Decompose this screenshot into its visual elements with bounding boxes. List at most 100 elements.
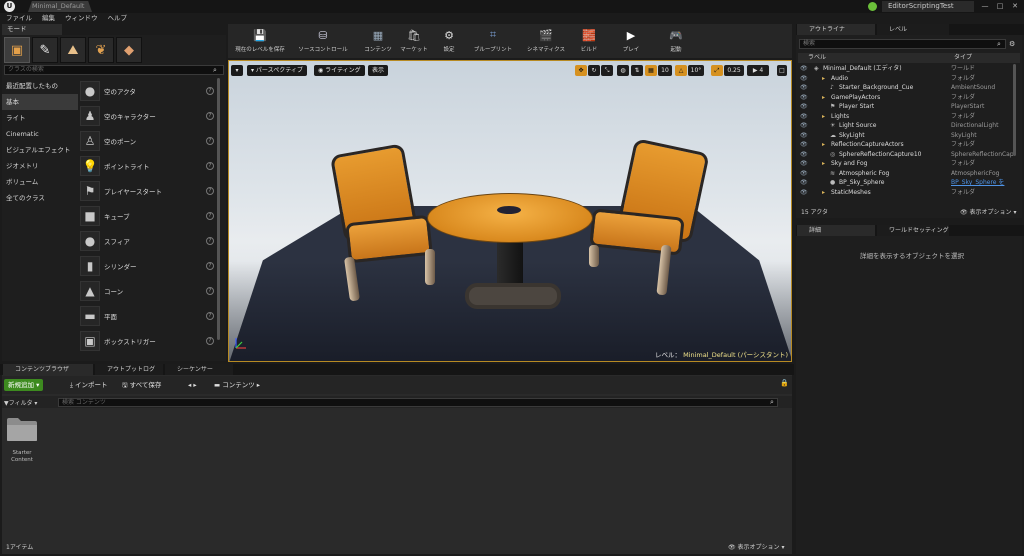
surface-snap-icon[interactable]: ⇅ xyxy=(631,65,643,76)
category-item[interactable]: ジオメトリ xyxy=(2,158,78,174)
visibility-eye-icon[interactable]: 👁 xyxy=(800,102,808,112)
tab-levels[interactable]: レベル xyxy=(877,24,949,35)
scale-snap-icon[interactable]: ⤢ xyxy=(711,65,723,76)
outliner-view-options[interactable]: 👁 表示オプション ▾ xyxy=(960,207,1016,216)
help-icon[interactable]: ? xyxy=(206,111,214,120)
placeable-item[interactable]: ♟ 空のキャラクター? xyxy=(80,103,214,128)
category-item[interactable]: ビジュアルエフェクト xyxy=(2,142,78,158)
class-search-input[interactable]: クラスの検索 xyxy=(4,65,224,75)
landscape-mode-icon[interactable]: ⛰ xyxy=(60,37,86,63)
help-icon[interactable]: ? xyxy=(206,136,214,145)
help-icon[interactable]: ? xyxy=(206,311,214,320)
visibility-eye-icon[interactable]: 👁 xyxy=(800,159,808,169)
tab-output-log[interactable]: アウトプットログ xyxy=(95,364,163,375)
foliage-mode-icon[interactable]: ❦ xyxy=(88,37,114,63)
rotation-snap-icon[interactable]: △ xyxy=(675,65,687,76)
content-search-input[interactable]: 検索 コンテンツ xyxy=(58,398,778,407)
tab-sequencer[interactable]: シーケンサー xyxy=(165,364,233,375)
minimize-button[interactable]: — xyxy=(978,1,992,11)
perspective-button[interactable]: ▾ パースペクティブ xyxy=(247,65,307,76)
tab-world-settings[interactable]: ワールドセッティング xyxy=(877,225,949,236)
import-button[interactable]: ⤓ インポート xyxy=(66,379,111,391)
help-icon[interactable]: ? xyxy=(206,211,214,220)
tab-details[interactable]: 詳細 xyxy=(797,225,875,236)
toolbar-button[interactable]: ▦ コンテンツ xyxy=(362,26,394,56)
rotation-snap-value[interactable]: 10° xyxy=(688,65,704,76)
translate-tool-icon[interactable]: ✥ xyxy=(575,65,587,76)
show-button[interactable]: 表示 xyxy=(368,65,389,76)
menu-file[interactable]: ファイル xyxy=(6,13,32,24)
placeable-item[interactable]: ♙ 空のポーン? xyxy=(80,128,214,153)
place-mode-icon[interactable]: ▣ xyxy=(4,37,30,63)
content-path-breadcrumb[interactable]: ▬ コンテンツ ▸ xyxy=(210,379,264,391)
placeable-item[interactable]: ▬ 平面? xyxy=(80,303,214,328)
help-icon[interactable]: ? xyxy=(206,261,214,270)
category-item[interactable]: ライト xyxy=(2,110,78,126)
outliner-row[interactable]: 👁 ▸ Sky and Fog フォルダ xyxy=(798,159,1012,169)
menu-help[interactable]: ヘルプ xyxy=(108,13,128,24)
outliner-search-input[interactable]: 検索 xyxy=(799,39,1006,49)
history-nav-buttons[interactable]: ◂ ▸ xyxy=(184,379,201,391)
visibility-eye-icon[interactable]: 👁 xyxy=(800,121,808,131)
outliner-row[interactable]: 👁 ▸ StaticMeshes フォルダ xyxy=(798,188,1012,198)
outliner-row[interactable]: 👁 ▸ ReflectionCaptureActors フォルダ xyxy=(798,140,1012,150)
category-item[interactable]: 最近配置したもの xyxy=(2,78,78,94)
toolbar-button[interactable]: ⛁ ソースコントロール xyxy=(290,26,356,56)
column-label-header[interactable]: ラベル xyxy=(808,53,826,63)
viewport-options-button[interactable]: ▾ xyxy=(231,65,243,76)
modes-scrollbar[interactable] xyxy=(217,78,220,340)
help-icon[interactable]: ? xyxy=(206,161,214,170)
outliner-row[interactable]: 👁 ▸ Audio フォルダ xyxy=(798,74,1012,84)
geometry-mode-icon[interactable]: ◆ xyxy=(116,37,142,63)
column-type-header[interactable]: タイプ xyxy=(954,53,972,63)
toolbar-button[interactable]: 🧱 ビルド xyxy=(576,26,602,56)
toolbar-button[interactable]: 🛍 マーケット xyxy=(398,26,430,56)
world-space-icon[interactable]: ◍ xyxy=(617,65,629,76)
help-icon[interactable]: ? xyxy=(206,286,214,295)
outliner-row[interactable]: 👁 ♪ Starter_Background_Cue AmbientSound xyxy=(798,83,1012,93)
add-new-button[interactable]: 新規追加 ▾ xyxy=(4,379,44,391)
menu-window[interactable]: ウィンドウ xyxy=(65,13,98,24)
placeable-item[interactable]: ▲ コーン? xyxy=(80,278,214,303)
visibility-eye-icon[interactable]: 👁 xyxy=(800,64,808,74)
maximize-viewport-icon[interactable]: □ xyxy=(777,65,787,76)
help-icon[interactable]: ? xyxy=(206,336,214,345)
maximize-button[interactable]: □ xyxy=(993,1,1007,11)
grid-snap-icon[interactable]: ▦ xyxy=(645,65,657,76)
category-item[interactable]: 全てのクラス xyxy=(2,190,78,206)
help-icon[interactable]: ? xyxy=(206,186,214,195)
rotate-tool-icon[interactable]: ↻ xyxy=(588,65,600,76)
placeable-item[interactable]: ▣ ボックストリガー? xyxy=(80,328,214,353)
outliner-row[interactable]: 👁 ◎ SphereReflectionCapture10 SphereReflect… xyxy=(798,150,1014,160)
modes-tab[interactable]: モード xyxy=(2,24,62,35)
visibility-eye-icon[interactable]: 👁 xyxy=(800,131,808,141)
placeable-item[interactable]: ▮ シリンダー? xyxy=(80,253,214,278)
visibility-eye-icon[interactable]: 👁 xyxy=(800,188,808,198)
outliner-row[interactable]: 👁 ≋ Atmospheric Fog AtmosphericFog xyxy=(798,169,1012,179)
tab-content-browser[interactable]: コンテンツブラウザ xyxy=(3,364,93,375)
help-icon[interactable]: ? xyxy=(206,236,214,245)
visibility-eye-icon[interactable]: 👁 xyxy=(800,169,808,179)
placeable-item[interactable]: ● スフィア? xyxy=(80,228,214,253)
toolbar-button[interactable]: ⌗ ブループリント xyxy=(470,26,516,56)
visibility-eye-icon[interactable]: 👁 xyxy=(800,83,808,93)
visibility-eye-icon[interactable]: 👁 xyxy=(800,150,808,160)
outliner-scrollbar[interactable] xyxy=(1013,64,1016,156)
visibility-eye-icon[interactable]: 👁 xyxy=(800,112,808,122)
visibility-eye-icon[interactable]: 👁 xyxy=(800,140,808,150)
outliner-row-type[interactable]: BP_Sky_Sphere を xyxy=(951,178,1004,188)
visibility-eye-icon[interactable]: 👁 xyxy=(800,93,808,103)
save-all-button[interactable]: 🖫 すべて保存 xyxy=(118,379,165,391)
toolbar-button[interactable]: 💾 現在のレベルを保存 xyxy=(231,26,289,56)
toolbar-button[interactable]: 🎮 起動 xyxy=(663,26,689,56)
tab-outliner[interactable]: アウトライナ xyxy=(797,24,875,35)
scale-tool-icon[interactable]: ⤡ xyxy=(601,65,613,76)
help-icon[interactable]: ? xyxy=(206,86,214,95)
outliner-row[interactable]: 👁 ☀ Light Source DirectionalLight xyxy=(798,121,1012,131)
close-button[interactable]: ✕ xyxy=(1008,1,1022,11)
category-item[interactable]: ボリューム xyxy=(2,174,78,190)
toolbar-button[interactable]: ⚙ 設定 xyxy=(436,26,462,56)
paint-mode-icon[interactable]: ✎ xyxy=(32,37,58,63)
visibility-eye-icon[interactable]: 👁 xyxy=(800,74,808,84)
menu-edit[interactable]: 編集 xyxy=(42,13,55,24)
